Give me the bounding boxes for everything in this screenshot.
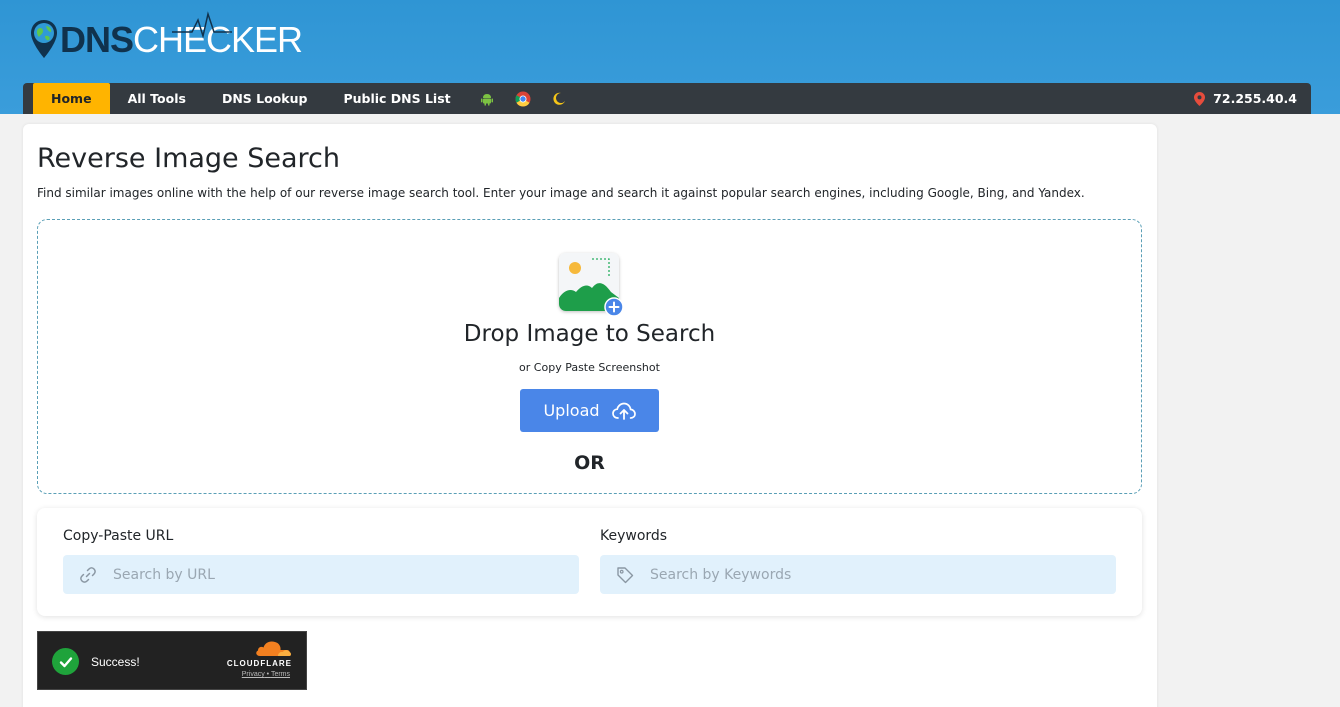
ip-value: 72.255.40.4: [1213, 91, 1297, 106]
page-description: Find similar images online with the help…: [37, 186, 1085, 200]
url-field[interactable]: [63, 555, 579, 594]
cloudflare-brand: CLOUDFLARE: [226, 659, 292, 668]
nav-dns-lookup[interactable]: DNS Lookup: [204, 83, 326, 114]
logo-dns-text: DNS: [60, 19, 134, 60]
drop-subtitle: or Copy Paste Screenshot: [519, 361, 660, 374]
main-card: Reverse Image Search Find similar images…: [23, 124, 1157, 707]
location-pin-icon: [1194, 91, 1206, 106]
page-title: Reverse Image Search: [37, 143, 341, 174]
globe-pin-icon: [31, 20, 57, 58]
cloudflare-links: Privacy • Terms: [242, 671, 290, 678]
cloudflare-cloud-icon: [256, 641, 291, 656]
search-panel: Copy-Paste URL Keywords: [37, 508, 1142, 616]
nav-home[interactable]: Home: [33, 83, 110, 114]
cloudflare-widget: Success! CLOUDFLARE Privacy • Terms: [37, 631, 307, 690]
pulse-line-icon: [172, 11, 233, 39]
upload-label: Upload: [543, 401, 600, 420]
drop-title: Drop Image to Search: [463, 321, 716, 347]
image-dropzone[interactable]: Drop Image to Search or Copy Paste Scree…: [37, 219, 1142, 494]
add-image-icon: [559, 253, 624, 316]
keywords-label: Keywords: [600, 528, 668, 544]
tag-icon: [600, 566, 650, 584]
upload-button[interactable]: Upload: [520, 389, 659, 432]
moon-icon[interactable]: [541, 83, 577, 114]
terms-link[interactable]: Terms: [271, 671, 290, 678]
chrome-icon[interactable]: [505, 83, 541, 114]
cloudflare-status: Success!: [91, 655, 140, 669]
url-label: Copy-Paste URL: [63, 528, 174, 544]
or-divider: OR: [574, 452, 605, 474]
url-input[interactable]: [113, 566, 553, 583]
keywords-input[interactable]: [650, 566, 1090, 583]
main-nav: Home All Tools DNS Lookup Public DNS Lis…: [23, 83, 1311, 114]
nav-all-tools[interactable]: All Tools: [110, 83, 204, 114]
keywords-field[interactable]: [600, 555, 1116, 594]
android-icon[interactable]: [469, 83, 505, 114]
site-logo[interactable]: DNSCHECKER: [30, 11, 303, 66]
ip-address: 72.255.40.4: [1194, 83, 1297, 114]
link-icon: [63, 566, 113, 584]
success-check-icon: [52, 648, 79, 675]
cloud-upload-icon: [611, 402, 636, 420]
nav-public-dns-list[interactable]: Public DNS List: [325, 83, 468, 114]
privacy-link[interactable]: Privacy: [242, 671, 265, 678]
